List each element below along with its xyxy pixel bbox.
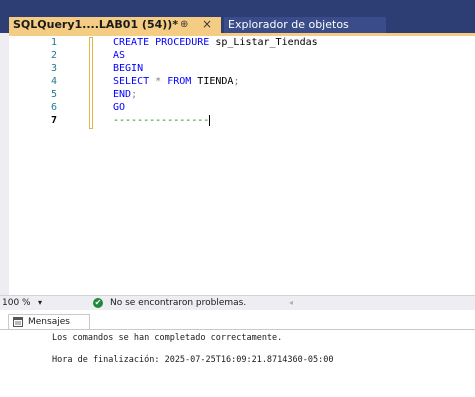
line-number: 6	[50, 102, 57, 113]
code-token: ;	[131, 89, 138, 100]
code-line[interactable]: 4 SELECT * FROM TIENDA;	[9, 75, 475, 88]
tab-explorador-label: Explorador de objetos	[228, 18, 349, 31]
code-text: AS	[113, 49, 125, 62]
query-editor[interactable]: 1 CREATE PROCEDURE sp_Listar_Tiendas 2 AS 3 B…	[9, 36, 475, 295]
code-text: SELECT * FROM TIENDA;	[113, 75, 239, 88]
zoom-level[interactable]: 100 %	[2, 296, 31, 310]
zoom-dropdown-icon[interactable]: ▾	[38, 296, 42, 310]
code-token: TIENDA	[191, 76, 234, 87]
line-number: 7	[50, 115, 57, 126]
code-line[interactable]: 3 BEGIN	[9, 62, 475, 75]
code-token: AS	[113, 50, 126, 61]
code-token: CREATE PROCEDURE	[113, 37, 210, 48]
code-text: GO	[113, 101, 125, 114]
code-text: ----------------	[113, 114, 211, 127]
code-token: *	[149, 76, 168, 87]
code-text: CREATE PROCEDURE sp_Listar_Tiendas	[113, 36, 318, 49]
tab-mensajes[interactable]: Mensajes	[8, 314, 90, 329]
results-pane: Mensajes Los comandos se han completado …	[0, 310, 475, 396]
editor-status-bar: 100 % ▾ ✔ No se encontraron problemas. ◂	[0, 295, 475, 310]
code-token: END	[113, 89, 132, 100]
code-token: FROM	[167, 76, 192, 87]
code-text: END;	[113, 88, 137, 101]
pin-icon[interactable]: ⊕	[180, 17, 188, 33]
message-line: Hora de finalización: 2025-07-25T16:09:2…	[52, 355, 334, 365]
tab-sqlquery1-label: SQLQuery1....LAB01 (54))*	[13, 18, 179, 31]
text-cursor	[209, 114, 211, 126]
code-token: GO	[113, 102, 126, 113]
check-circle-icon: ✔	[93, 298, 103, 308]
code-line[interactable]: 7 ----------------	[9, 114, 475, 127]
code-text: BEGIN	[113, 62, 143, 75]
close-icon[interactable]: ×	[202, 16, 212, 32]
problems-status: No se encontraron problemas.	[110, 298, 247, 308]
code-token: BEGIN	[113, 63, 144, 74]
line-number: 2	[50, 50, 57, 61]
tab-sqlquery1[interactable]: SQLQuery1....LAB01 (54))* ⊕ ×	[9, 17, 221, 33]
code-token: ;	[233, 76, 240, 87]
code-token: SELECT	[113, 76, 150, 87]
code-line[interactable]: 5 END;	[9, 88, 475, 101]
line-number: 1	[50, 37, 57, 48]
code-line[interactable]: 6 GO	[9, 101, 475, 114]
code-token: ----------------	[113, 115, 210, 126]
tab-explorador-de-objetos[interactable]: Explorador de objetos	[224, 17, 386, 33]
tab-mensajes-label: Mensajes	[28, 317, 70, 327]
code-token: sp_Listar_Tiendas	[209, 37, 318, 48]
code-line[interactable]: 1 CREATE PROCEDURE sp_Listar_Tiendas	[9, 36, 475, 49]
line-number: 4	[50, 76, 57, 87]
messages-output[interactable]: Los comandos se han completado correctam…	[0, 329, 475, 397]
line-number: 3	[50, 63, 57, 74]
editor-left-margin	[0, 33, 9, 295]
line-number: 5	[50, 89, 57, 100]
message-line: Los comandos se han completado correctam…	[52, 333, 283, 343]
messages-icon	[13, 317, 23, 327]
code-line[interactable]: 2 AS	[9, 49, 475, 62]
scroll-left-icon[interactable]: ◂	[289, 296, 293, 310]
